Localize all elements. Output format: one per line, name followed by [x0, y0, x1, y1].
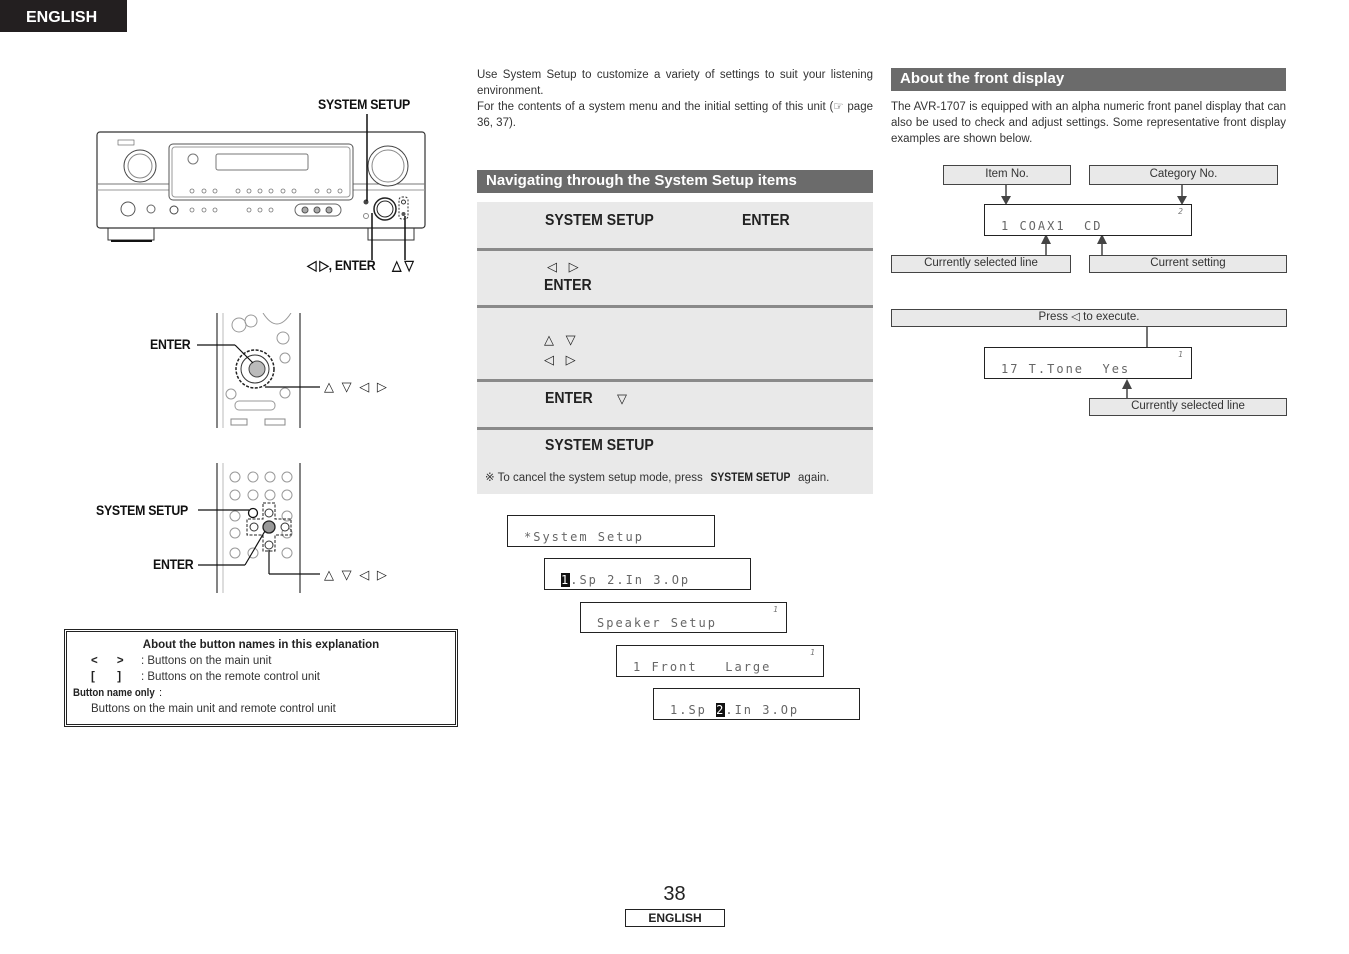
step2-enter: ENTER: [544, 277, 592, 294]
step-divider: [477, 248, 873, 251]
label-currently-selected-line-2: Currently selected line: [1089, 398, 1287, 416]
callout-up-down: △ ▽: [392, 257, 414, 273]
volume-knob: [367, 145, 409, 187]
step-divider: [477, 427, 873, 430]
callout-remote2-enter: ENTER: [153, 556, 194, 572]
main-unit-symbol: < >: [91, 655, 124, 667]
section-title-front-display: About the front display: [891, 68, 1286, 91]
lcd-category-number: 1: [1178, 350, 1183, 359]
remote-description: : Buttons on the remote control unit: [141, 671, 320, 683]
label-category-no: Category No.: [1089, 165, 1278, 185]
steps-panel: SYSTEM SETUP ENTER ◁ ▷ ENTER △ ▽ ◁ ▷ ENT…: [477, 202, 873, 494]
lcd-text: *System Setup: [524, 530, 644, 544]
lcd-text: 1 Front Large: [633, 660, 772, 674]
step4-enter: ENTER: [545, 390, 593, 407]
button-name-only-description: Buttons on the main unit and remote cont…: [91, 703, 336, 715]
cancel-note-suffix: again.: [794, 472, 830, 484]
step4-down-arrow: ▽: [617, 391, 631, 406]
step2-left-right-arrows: ◁ ▷: [547, 259, 583, 274]
lcd-text: 1 COAX1 CD: [1001, 219, 1103, 233]
lcd-display-coax: 1 COAX1 CD 2: [984, 204, 1192, 236]
step3-left-right-arrows: ◁ ▷: [544, 352, 580, 367]
label-currently-selected-line: Currently selected line: [891, 255, 1071, 273]
callout-cursor-enter: ◁ ▷, ENTER: [307, 257, 376, 273]
main-unit-illustration: [96, 114, 426, 260]
step5-system-setup: SYSTEM SETUP: [545, 437, 654, 454]
lcd-category-number: 2: [1178, 207, 1183, 216]
intro-paragraph-1: Use System Setup to customize a variety …: [477, 69, 873, 97]
lcd-display-test-tone: 17 T.Tone Yes 1: [984, 347, 1192, 379]
button-name-only-label: Button name only: [73, 687, 155, 699]
remote-system-setup-button: [247, 507, 259, 519]
button-name-only-colon: :: [155, 687, 163, 699]
step3-up-down-arrows: △ ▽: [544, 332, 580, 347]
display-panel: [168, 143, 354, 201]
page-number: 38: [663, 883, 686, 905]
section-title-navigating: Navigating through the System Setup item…: [477, 170, 873, 193]
cancel-note: ※ To cancel the system setup mode, press…: [485, 470, 829, 484]
lcd-category-number: 1: [773, 605, 778, 614]
step1-system-setup: SYSTEM SETUP: [545, 212, 654, 229]
language-tab: ENGLISH: [0, 0, 127, 32]
lcd-category-number: 1: [810, 648, 815, 657]
front-display-description: The AVR-1707 is equipped with an alpha n…: [891, 101, 1286, 145]
cancel-note-prefix: ※ To cancel the system setup mode, press: [485, 472, 706, 484]
remote-symbol: [ ]: [91, 671, 122, 683]
lcd-text: Speaker Setup: [597, 616, 717, 630]
step1-enter: ENTER: [742, 212, 790, 229]
lcd-display-front-large: 1 Front Large 1: [616, 645, 824, 677]
lcd-display-system-setup: *System Setup: [507, 515, 715, 547]
step-divider: [477, 379, 873, 382]
lcd-display-menu-in: 1.Sp 2.In 3.Op: [653, 688, 860, 720]
lcd-text: 17 T.Tone Yes: [1001, 362, 1131, 376]
button-names-info-box: About the button names in this explanati…: [64, 629, 458, 727]
callout-remote1-enter: ENTER: [150, 336, 191, 352]
lcd-display-speaker-setup: Speaker Setup 1: [580, 602, 787, 633]
intro-paragraph-2: For the contents of a system menu and th…: [477, 101, 873, 129]
callout-remote1-arrows: △ ▽ ◁ ▷: [324, 379, 389, 394]
lcd-text: .Sp 2.In 3.Op: [570, 573, 691, 587]
input-knob: [123, 149, 157, 183]
footer-language-tag: ENGLISH: [625, 909, 725, 927]
label-current-setting: Current setting: [1089, 255, 1287, 273]
callout-remote2-arrows: △ ▽ ◁ ▷: [324, 567, 389, 582]
main-unit-description: : Buttons on the main unit: [141, 655, 272, 667]
arrow-selected-line-2: [1122, 379, 1132, 389]
label-item-no: Item No.: [943, 165, 1071, 185]
cancel-note-bold: SYSTEM SETUP: [710, 472, 791, 484]
enter-button: [248, 360, 266, 378]
info-box-title: About the button names in this explanati…: [142, 639, 380, 651]
remote-illustration-enter: [197, 313, 320, 428]
callout-remote2-system-setup: SYSTEM SETUP: [96, 502, 188, 518]
lcd-highlight: 2: [716, 703, 726, 717]
lcd-text: .In 3.Op: [725, 703, 800, 717]
lcd-text-pre: 1.Sp: [670, 703, 717, 717]
step-divider: [477, 305, 873, 308]
lcd-display-menu-sp: 1.Sp 2.In 3.Op: [544, 558, 751, 590]
lcd-highlight: 1: [561, 573, 571, 587]
